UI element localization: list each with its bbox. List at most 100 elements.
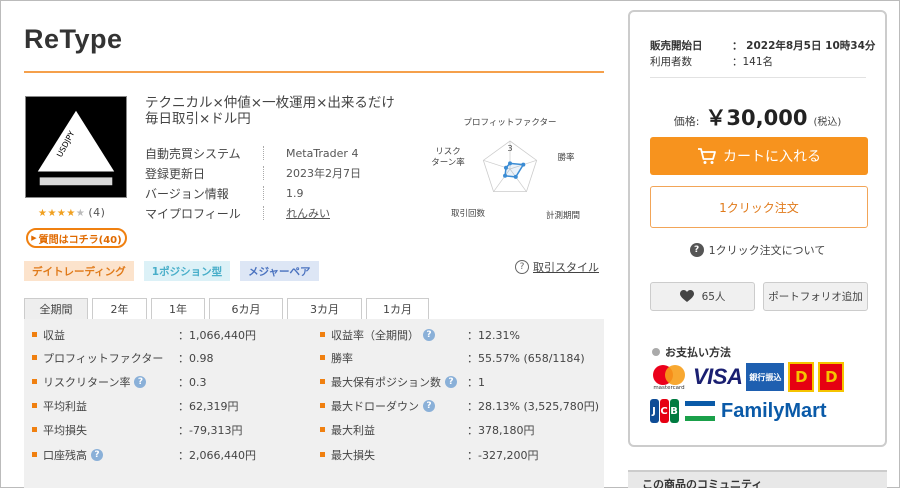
stat-label-profit: 収益	[32, 323, 65, 346]
cart-icon	[698, 148, 716, 164]
stat-label-max-loss: 最大損失	[320, 443, 375, 466]
help-icon[interactable]: ?	[445, 375, 457, 388]
empty-star-icon: ★	[75, 208, 86, 219]
half-star-icon: ★	[66, 208, 76, 219]
one-click-about-link[interactable]: ? 1クリック注文について	[630, 242, 885, 258]
stat-label-max-drawdown: 最大ドローダウン?	[320, 394, 435, 417]
radar-point	[504, 165, 509, 170]
divider	[650, 77, 866, 78]
spec-list: 自動売買システム MetaTrader 4 登録更新日 2023年2月7日 バー…	[145, 143, 361, 223]
tag-major-pair[interactable]: メジャーペア	[240, 261, 319, 281]
tab-all[interactable]: 全期間	[24, 298, 88, 319]
spec-row-system: 自動売買システム MetaTrader 4	[145, 143, 361, 163]
stat-label-return: 収益率（全期間）?	[320, 323, 435, 346]
help-icon[interactable]: ?	[134, 375, 147, 388]
radar-axis-label: ターン率	[431, 157, 465, 168]
users-value: ：141名	[732, 55, 774, 68]
purchase-sidebar: 販売開始日 ： 2022年8月5日 10時34分 利用者数 ：141名 価格: …	[628, 10, 887, 447]
help-icon[interactable]: ?	[423, 328, 435, 341]
tag-list: デイトレーディング 1ポジション型 メジャーペア	[24, 261, 319, 281]
radar-axis-label: リスク	[435, 147, 461, 157]
stat-value: ：0.3	[178, 375, 207, 389]
stat-value: ：-327,200円	[467, 448, 539, 462]
familymart-logo: FamilyMart	[721, 399, 827, 422]
radar-axis-label: 取引回数	[451, 208, 486, 219]
stat-value: ：12.31%	[467, 328, 520, 342]
sale-meta: 販売開始日 ： 2022年8月5日 10時34分 利用者数 ：141名	[650, 37, 875, 69]
question-button-label: 質問はコチラ(40)	[38, 234, 122, 246]
spec-label: マイプロフィール	[145, 206, 241, 221]
daily-card-logo-2: D	[818, 362, 845, 392]
spec-label: 自動売買システム	[145, 146, 241, 161]
stat-label-avg-loss: 平均損失	[32, 418, 87, 441]
price-label: 価格:	[673, 115, 700, 128]
product-description: テクニカル×仲値×一枚運用×出来るだけ 毎日取引×ドル円	[145, 95, 415, 127]
stats-panel: 収益 ：1,066,440円 プロフィットファクター ：0.98 リスクリターン…	[24, 319, 604, 488]
favorite-button[interactable]: 65人	[650, 282, 755, 311]
radar-point	[503, 173, 508, 178]
description-line: テクニカル×仲値×一枚運用×出来るだけ	[145, 95, 395, 111]
add-portfolio-button[interactable]: ポートフォリオ追加	[763, 282, 868, 311]
triangle-right-icon: ▶	[31, 234, 37, 242]
sale-start-row: 販売開始日 ： 2022年8月5日 10時34分	[650, 37, 875, 53]
radar-point	[521, 162, 526, 167]
divider	[263, 206, 264, 220]
tab-1y[interactable]: 1年	[151, 298, 205, 319]
radar-axis-label: プロフィットファクター	[464, 118, 557, 128]
jcb-logo: J C B	[649, 399, 679, 423]
bank-transfer-logo: 銀行振込	[746, 363, 785, 391]
stat-label-rr: リスクリターン率?	[32, 370, 147, 393]
tab-3m[interactable]: 3カ月	[287, 298, 362, 319]
tab-1m[interactable]: 1カ月	[366, 298, 429, 319]
one-click-order-button[interactable]: 1クリック注文	[650, 186, 868, 228]
tag-one-position[interactable]: 1ポジション型	[143, 261, 231, 281]
trading-style-link[interactable]: ? 取引スタイル	[515, 259, 599, 275]
tag-daytrading[interactable]: デイトレーディング	[24, 261, 134, 281]
question-button[interactable]: ▶ 質問はコチラ(40)	[26, 228, 127, 248]
description-line: 毎日取引×ドル円	[145, 111, 251, 127]
payment-methods-title: お支払い方法	[652, 344, 731, 360]
stat-value: ：378,180円	[467, 423, 535, 437]
radar-axis-label: 計測期間	[546, 210, 580, 221]
stat-value: ：1	[467, 375, 485, 389]
familymart-mark	[685, 401, 715, 421]
radar-point	[513, 174, 518, 179]
add-to-cart-button[interactable]: カートに入れる	[650, 137, 868, 175]
profile-link[interactable]: れんみい	[286, 205, 330, 221]
product-logo: USDJPY	[25, 96, 127, 198]
period-tabs: 全期間 2年 1年 6カ月 3カ月 1カ月	[24, 298, 433, 319]
help-icon[interactable]: ?	[423, 399, 435, 412]
stat-label-winrate: 勝率	[320, 346, 353, 369]
spec-row-version: バージョン情報 1.9	[145, 183, 361, 203]
help-icon[interactable]: ?	[91, 448, 103, 461]
spec-value: 1.9	[286, 186, 304, 200]
question-icon: ?	[515, 260, 529, 274]
radar-scale-label: 3	[507, 144, 512, 153]
one-click-about-label: 1クリック注文について	[708, 244, 826, 257]
stat-label-balance: 口座残高?	[32, 443, 103, 466]
users-label: 利用者数	[650, 55, 692, 68]
mastercard-logo: mastercard	[649, 362, 689, 392]
spec-label: 登録更新日	[145, 166, 206, 181]
favorite-count: 65人	[701, 291, 726, 303]
payment-logos-row: mastercard VISA 銀行振込 D D	[649, 361, 845, 393]
radar-chart: 3 プロフィットファクター勝率計測期間 取引回数 リスクターン率	[431, 118, 580, 221]
review-count: (4)	[88, 206, 106, 219]
price-tax: (税込)	[813, 117, 842, 128]
star-icon: ★★★	[38, 208, 67, 219]
stat-label-pf: プロフィットファクター	[32, 346, 163, 369]
community-section-header: この商品のコミュニティ	[628, 470, 887, 488]
bullet-icon	[652, 348, 660, 356]
price: 価格: ￥30,000 (税込)	[630, 102, 885, 132]
stat-label-avg-profit: 平均利益	[32, 394, 87, 417]
title-divider	[24, 71, 604, 73]
daily-card-logo: D	[788, 362, 815, 392]
divider	[263, 166, 264, 180]
heart-icon	[679, 290, 694, 302]
payment-logos-row-2: J C B FamilyMart	[649, 398, 827, 424]
page-title: ReType	[24, 24, 123, 54]
tab-6m[interactable]: 6カ月	[209, 298, 283, 319]
spec-row-profile: マイプロフィール れんみい	[145, 203, 361, 223]
price-value: ￥30,000	[705, 106, 808, 130]
tab-2y[interactable]: 2年	[92, 298, 147, 319]
